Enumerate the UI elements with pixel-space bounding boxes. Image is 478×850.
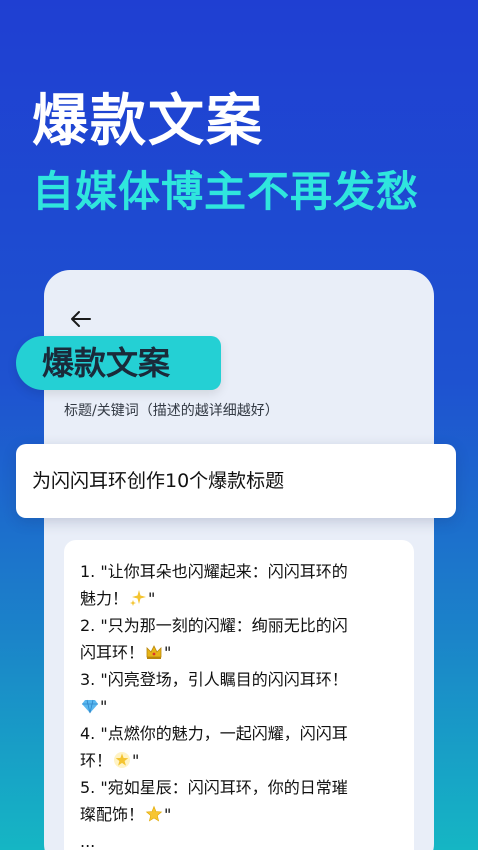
hero-subtitle: 自媒体博主不再发愁: [32, 167, 420, 216]
input-field-label: 标题/关键词（描述的越详细越好）: [64, 403, 279, 419]
result-text: 环！: [80, 751, 113, 770]
feature-tag: 爆款文案: [16, 336, 221, 390]
result-text: ": [132, 751, 140, 770]
star-icon: [145, 805, 163, 822]
result-line: 3. "闪亮登场，引人瞩目的闪闪耳环！: [80, 670, 348, 689]
result-line: 5. "宛如星辰：闪闪耳环，你的日常璀: [80, 778, 348, 797]
result-line: ": [80, 693, 400, 720]
result-line: 1. "让你耳朵也闪耀起来：闪闪耳环的: [80, 562, 348, 581]
feature-tag-label: 爆款文案: [42, 344, 171, 382]
gem-icon: [82, 699, 98, 714]
arrow-left-icon[interactable]: [68, 306, 94, 332]
result-text: 魅力！: [80, 589, 129, 608]
prompt-input-value: 为闪闪耳环创作10个爆款标题: [32, 470, 285, 492]
result-text: 璨配饰！: [80, 805, 145, 824]
result-line: 闪耳环！ ": [80, 639, 400, 666]
glowing-star-icon: [114, 752, 131, 768]
result-text: ": [164, 805, 172, 824]
hero-title: 爆款文案: [32, 89, 264, 154]
result-line: 4. "点燃你的魅力，一起闪耀，闪闪耳: [80, 724, 348, 743]
result-text: ": [164, 643, 172, 662]
result-text: ": [148, 589, 156, 608]
result-text: 闪耳环！: [80, 643, 145, 662]
result-text: ": [100, 697, 108, 716]
result-line: 璨配饰！ ": [80, 801, 400, 828]
result-line: 2. "只为那一刻的闪耀：绚丽无比的闪: [80, 616, 348, 635]
sparkles-icon: [130, 590, 147, 606]
crown-icon: [146, 645, 162, 659]
result-line: 魅力！ ": [80, 585, 400, 612]
result-card: 1. "让你耳朵也闪耀起来：闪闪耳环的 魅力！ " 2. "只为那一刻的闪耀：绚丽…: [64, 540, 414, 850]
prompt-input[interactable]: 为闪闪耳环创作10个爆款标题: [16, 444, 456, 518]
result-ellipsis: ...: [80, 832, 96, 850]
result-line: 环！ ": [80, 747, 400, 774]
